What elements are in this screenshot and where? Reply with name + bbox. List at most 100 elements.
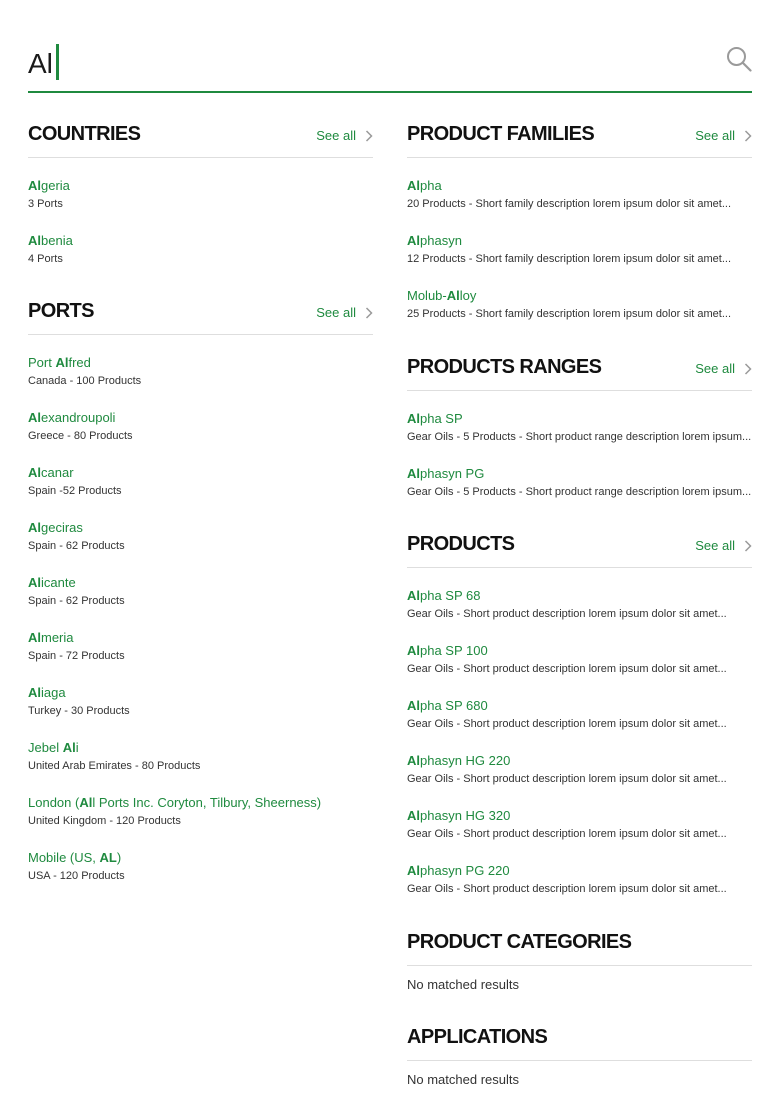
search-query: Al [28,48,53,79]
result-item-title[interactable]: Albenia [28,233,388,249]
countries-see-all-link[interactable]: See all [316,128,373,143]
result-item-title[interactable]: Aliaga [28,685,388,701]
product-categories-header: PRODUCT CATEGORIES [407,922,752,966]
result-item-title[interactable]: London (All Ports Inc. Coryton, Tilbury,… [28,795,388,811]
applications-section: APPLICATIONS No matched results [407,1017,752,1087]
result-item-subtitle: Gear Oils - Short product description lo… [407,828,727,840]
result-item-title[interactable]: Alphasyn HG 320 [407,808,767,824]
product-categories-title: PRODUCT CATEGORIES [407,931,632,953]
result-item-subtitle: Spain - 72 Products [28,650,125,662]
products-header: PRODUCTS See all [407,524,752,568]
result-item[interactable]: Alphasyn 12 Products - Short family descr… [407,233,767,266]
result-item-title[interactable]: Alphasyn PG 220 [407,863,767,879]
result-title-match: Al [407,588,420,603]
result-item-title[interactable]: Alicante [28,575,388,591]
ports-see-all-link[interactable]: See all [316,305,373,320]
result-item[interactable]: Alpha SP Gear Oils - 5 Products - Short p… [407,411,767,444]
product-ranges-section: PRODUCTS RANGES See all Alpha SP Gear Oil… [407,347,752,498]
result-item[interactable]: Alpha SP 68 Gear Oils - Short product des… [407,588,767,621]
result-title-suffix: l Ports Inc. Coryton, Tilbury, Sheerness… [92,795,322,810]
search-bar[interactable]: Al [28,36,752,93]
ports-header: PORTS See all [28,291,373,335]
result-item-title[interactable]: Alphasyn PG [407,466,767,482]
result-item[interactable]: Mobile (US, AL) USA - 120 Products [28,850,388,883]
result-item[interactable]: Almeria Spain - 72 Products [28,630,388,663]
result-item-title[interactable]: Algeciras [28,520,388,536]
result-item[interactable]: Alexandroupoli Greece - 80 Products [28,410,388,443]
result-item-title[interactable]: Alpha SP 68 [407,588,767,604]
result-item-subtitle: Greece - 80 Products [28,430,133,442]
result-title-prefix: London ( [28,795,80,810]
result-item-subtitle: United Kingdom - 120 Products [28,815,181,827]
result-item[interactable]: Port Alfred Canada - 100 Products [28,355,388,388]
result-item[interactable]: Alphasyn PG Gear Oils - 5 Products - Shor… [407,466,767,499]
chevron-right-icon [744,362,752,375]
result-item-title[interactable]: Molub-Alloy [407,288,767,304]
search-input[interactable]: Al [28,44,59,80]
result-item-title[interactable]: Alcanar [28,465,388,481]
result-title-suffix: iaga [41,685,66,700]
product-families-see-all-link[interactable]: See all [695,128,752,143]
result-item-title[interactable]: Alpha [407,178,767,194]
result-item[interactable]: Algeciras Spain - 62 Products [28,520,388,553]
chevron-right-icon [744,539,752,552]
result-item-subtitle: Gear Oils - 5 Products - Short product r… [407,431,752,443]
result-item-title[interactable]: Alpha SP 680 [407,698,767,714]
result-item[interactable]: London (All Ports Inc. Coryton, Tilbury,… [28,795,388,828]
result-item[interactable]: Alcanar Spain -52 Products [28,465,388,498]
result-item[interactable]: Alicante Spain - 62 Products [28,575,388,608]
result-item-title[interactable]: Alexandroupoli [28,410,388,426]
result-item[interactable]: Albenia 4 Ports [28,233,388,266]
result-item-subtitle: Spain - 62 Products [28,595,125,607]
result-item-title[interactable]: Almeria [28,630,388,646]
result-item-subtitle: Gear Oils - Short product description lo… [407,773,727,785]
result-title-match: Al [446,288,460,303]
result-item[interactable]: Alpha 20 Products - Short family descript… [407,178,767,211]
countries-header: COUNTRIES See all [28,114,373,158]
result-item-title[interactable]: Alphasyn HG 220 [407,753,767,769]
result-item[interactable]: Jebel Ali United Arab Emirates - 80 Produ… [28,740,388,773]
result-item-title[interactable]: Jebel Ali [28,740,388,756]
result-item-title[interactable]: Algeria [28,178,388,194]
result-item[interactable]: Alpha SP 100 Gear Oils - Short product de… [407,643,767,676]
products-see-all-link[interactable]: See all [695,538,752,553]
result-title-match: Al [407,753,420,768]
result-item[interactable]: Alphasyn HG 320 Gear Oils - Short product… [407,808,767,841]
result-item[interactable]: Molub-Alloy 25 Products - Short family de… [407,288,767,321]
result-title-match: Al [407,643,420,658]
result-item[interactable]: Alphasyn HG 220 Gear Oils - Short product… [407,753,767,786]
result-item-title[interactable]: Port Alfred [28,355,388,371]
result-item-title[interactable]: Alpha SP [407,411,767,427]
result-item-subtitle: USA - 120 Products [28,870,125,882]
result-item-title[interactable]: Alphasyn [407,233,767,249]
result-item-subtitle: Gear Oils - Short product description lo… [407,608,727,620]
result-title-suffix: pha SP 100 [420,643,488,658]
result-title-prefix: Jebel [28,740,63,755]
result-item-subtitle: Gear Oils - 5 Products - Short product r… [407,486,752,498]
see-all-label: See all [316,128,356,143]
result-title-match: Al [407,411,420,426]
products-section: PRODUCTS See all Alpha SP 68 Gear Oils - … [407,524,752,895]
result-item[interactable]: Aliaga Turkey - 30 Products [28,685,388,718]
see-all-label: See all [695,538,735,553]
result-item-subtitle: Canada - 100 Products [28,375,142,387]
chevron-right-icon [744,129,752,142]
result-title-match: Al [28,630,41,645]
result-title-suffix: pha [420,178,442,193]
result-item-title[interactable]: Alpha SP 100 [407,643,767,659]
applications-title: APPLICATIONS [407,1026,548,1048]
result-title-suffix: exandroupoli [41,410,116,425]
chevron-right-icon [365,129,373,142]
result-title-prefix: Mobile (US, [28,850,100,865]
result-item[interactable]: Alpha SP 680 Gear Oils - Short product de… [407,698,767,731]
search-icon[interactable] [726,46,752,72]
result-title-suffix: ) [116,850,122,865]
see-all-label: See all [695,361,735,376]
result-item[interactable]: Alphasyn PG 220 Gear Oils - Short product… [407,863,767,896]
result-item-subtitle: United Arab Emirates - 80 Products [28,760,201,772]
result-item[interactable]: Algeria 3 Ports [28,178,388,211]
result-item-title[interactable]: Mobile (US, AL) [28,850,388,866]
product-ranges-see-all-link[interactable]: See all [695,361,752,376]
result-title-match: Al [407,466,420,481]
ports-title: PORTS [28,300,95,322]
